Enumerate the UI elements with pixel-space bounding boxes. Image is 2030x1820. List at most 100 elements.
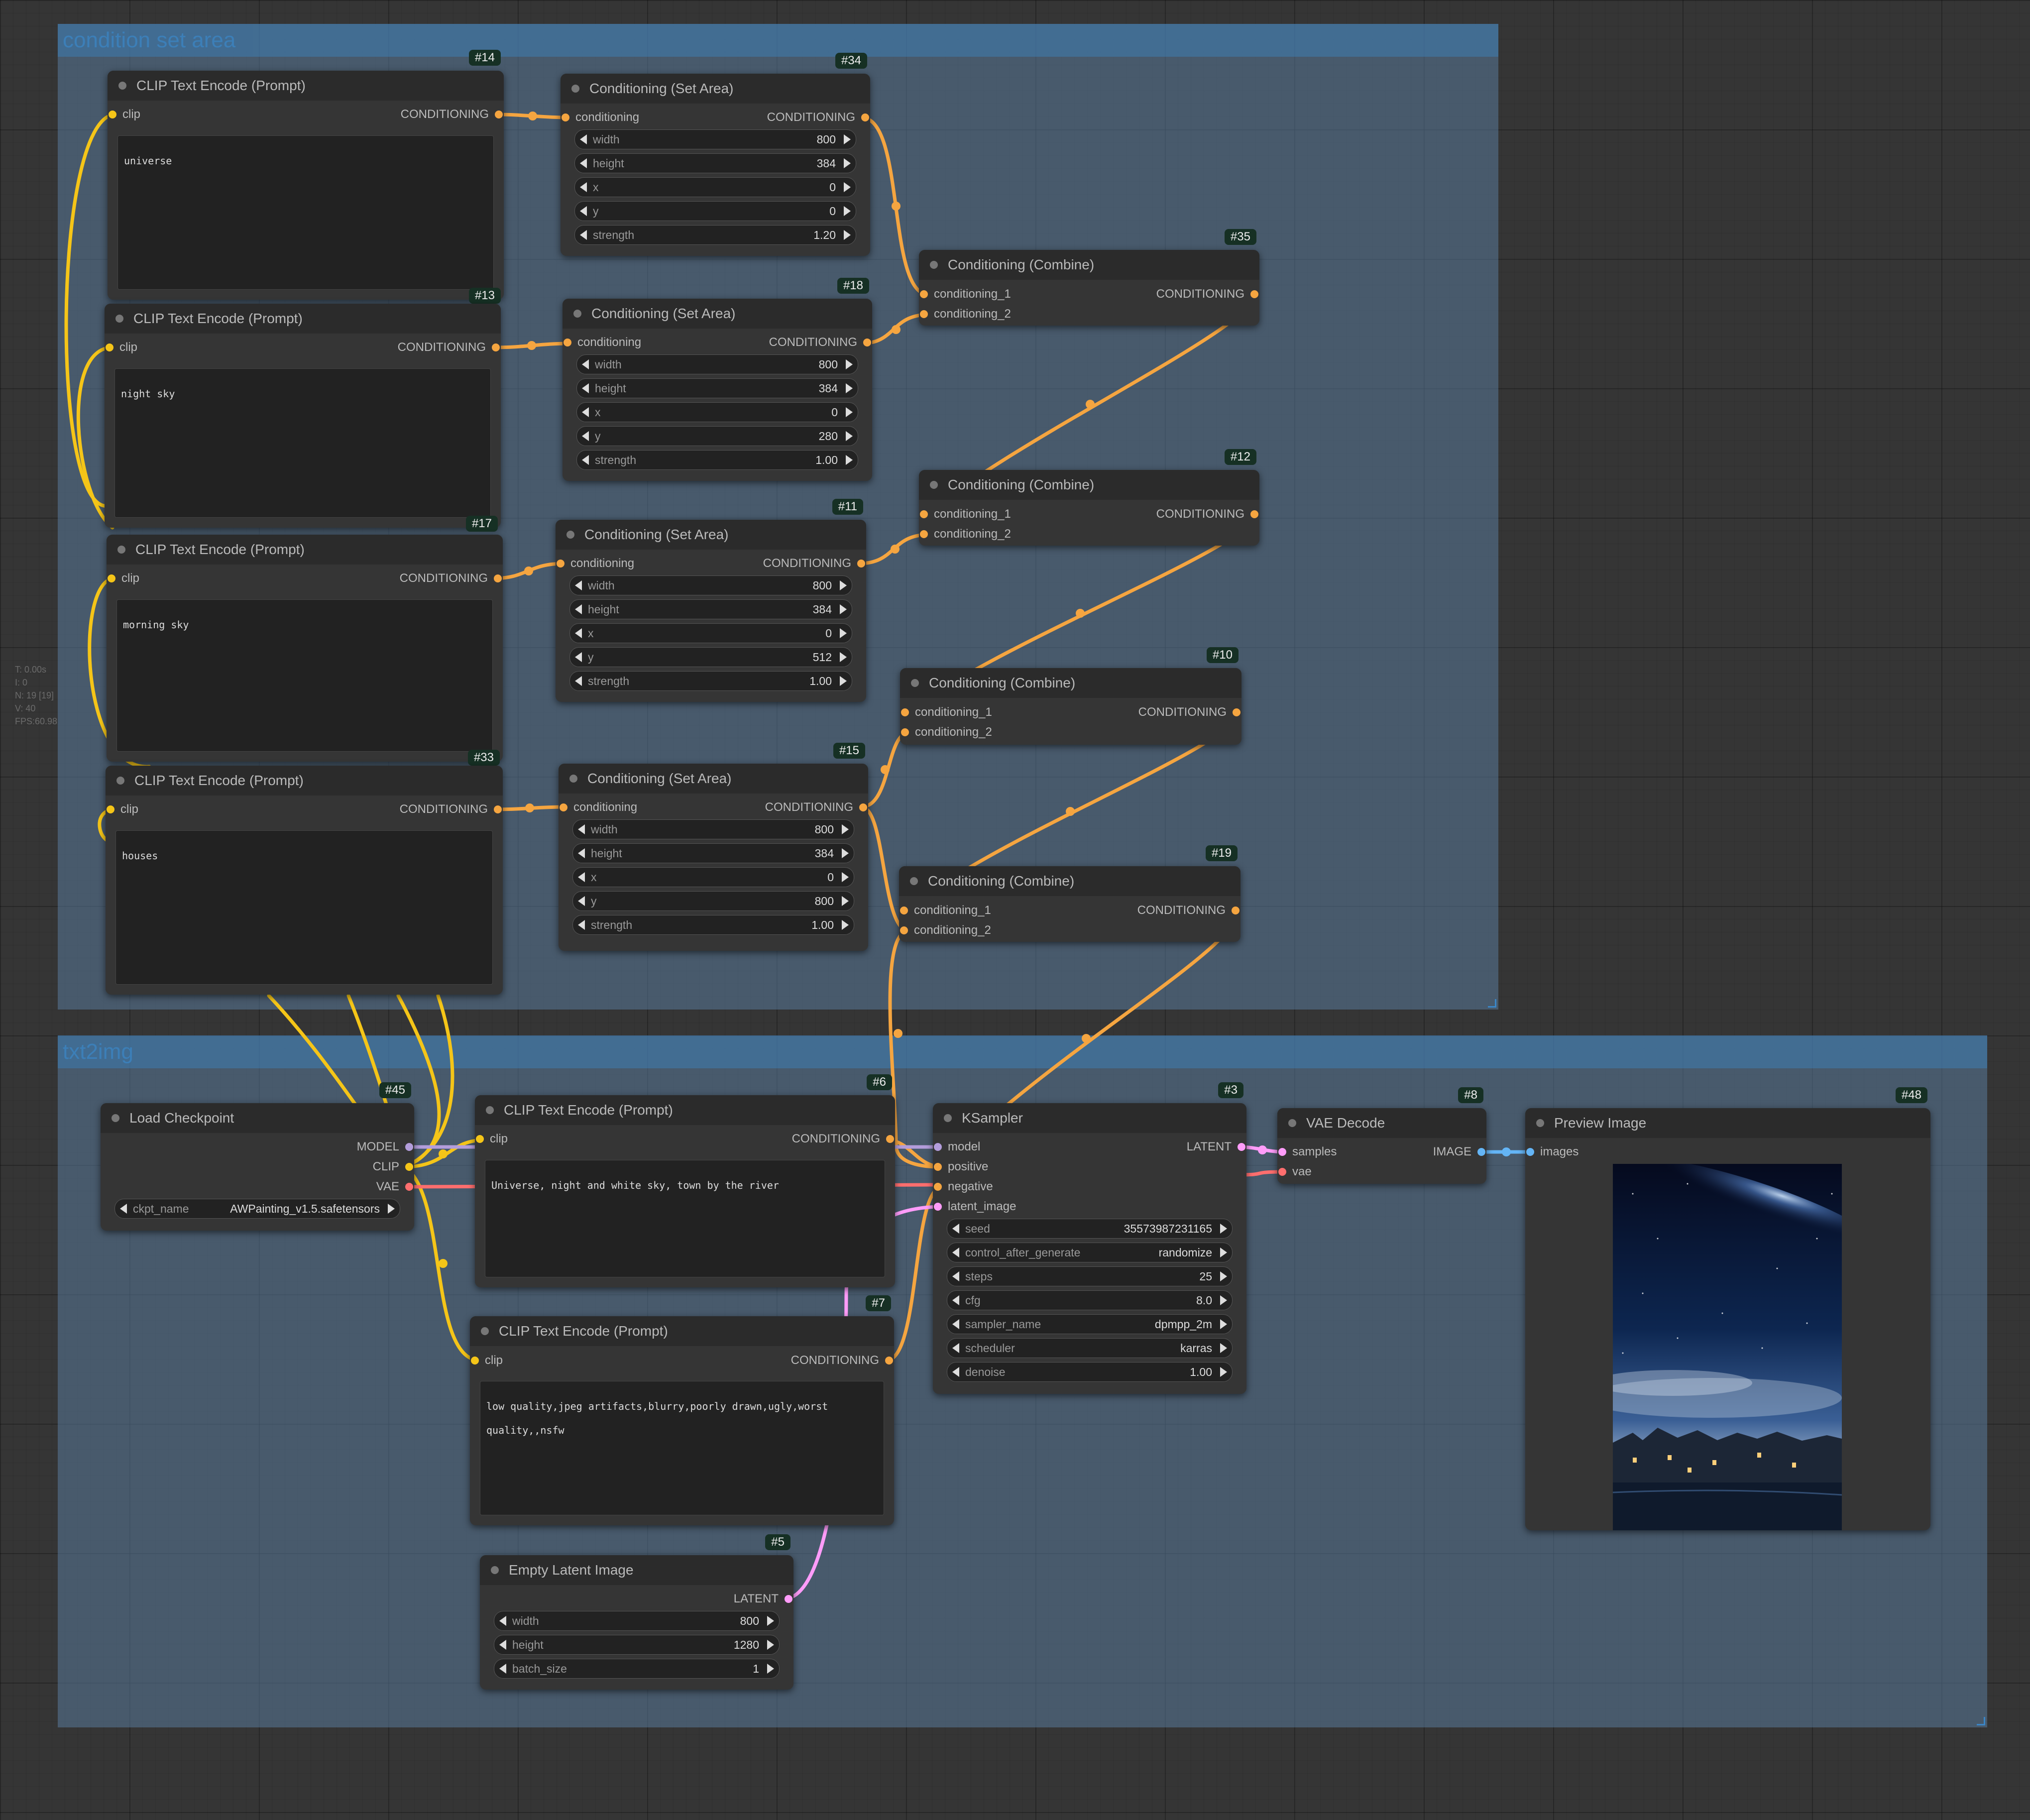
output-pin[interactable] [1477, 1148, 1485, 1156]
input-conditioning-1[interactable]: conditioning_1 [901, 705, 992, 720]
input-clip[interactable]: clip [476, 1132, 508, 1146]
input-vae[interactable]: vae [1278, 1164, 1312, 1179]
widget-value[interactable]: 384 [819, 379, 838, 398]
input-clip[interactable]: clip [471, 1353, 503, 1368]
output-pin[interactable] [1238, 1143, 1245, 1151]
increment-arrow[interactable] [844, 206, 851, 216]
widget-batch-size[interactable]: batch_size 1 [494, 1659, 780, 1679]
node-conditioning-set-area[interactable]: #34 Conditioning (Set Area) conditioning… [561, 53, 870, 256]
widget-value[interactable]: 1.00 [1190, 1363, 1212, 1381]
widget-value[interactable]: 512 [813, 648, 832, 667]
input-conditioning-1[interactable]: conditioning_1 [920, 287, 1011, 302]
output-pin[interactable] [886, 1135, 894, 1143]
prompt-textarea[interactable]: night sky [114, 368, 491, 518]
increment-arrow[interactable] [767, 1640, 774, 1650]
widget-x[interactable]: x0 [572, 867, 854, 887]
node-title[interactable]: Conditioning (Combine) [900, 668, 1241, 698]
prompt-textarea[interactable]: houses [115, 830, 493, 985]
input-conditioning-2[interactable]: conditioning_2 [900, 923, 991, 938]
node-clip-text-encode-negative[interactable]: #7 CLIP Text Encode (Prompt) clip CONDIT… [470, 1295, 894, 1525]
widget-value[interactable]: 1 [753, 1659, 759, 1678]
increment-arrow[interactable] [846, 455, 853, 465]
output-pin[interactable] [405, 1163, 413, 1171]
widget-value[interactable]: 0 [829, 202, 836, 221]
widget-seed[interactable]: seed 35573987231165 [947, 1219, 1233, 1239]
node-vae-decode[interactable]: #8 VAE Decode samples vae IMAGE [1277, 1087, 1486, 1184]
output-clip[interactable]: CLIP [373, 1159, 413, 1174]
widget-value[interactable]: 35573987231165 [1124, 1219, 1212, 1238]
input-clip[interactable]: clip [107, 802, 138, 817]
collapse-dot[interactable] [491, 1566, 499, 1574]
increment-arrow[interactable] [842, 920, 849, 930]
node-title[interactable]: CLIP Text Encode (Prompt) [475, 1095, 895, 1125]
widget-denoise[interactable]: denoise 1.00 [947, 1362, 1233, 1382]
increment-arrow[interactable] [1220, 1248, 1227, 1257]
node-title[interactable]: CLIP Text Encode (Prompt) [106, 766, 503, 796]
widget-width[interactable]: width 800 [569, 575, 852, 595]
input-pin[interactable] [1278, 1148, 1286, 1156]
node-title[interactable]: CLIP Text Encode (Prompt) [105, 304, 501, 334]
widget-value[interactable]: dpmpp_2m [1155, 1315, 1212, 1334]
output-conditioning[interactable]: CONDITIONING [400, 802, 502, 817]
output-vae[interactable]: VAE [376, 1179, 413, 1194]
widget-y[interactable]: y 800 [572, 891, 854, 911]
increment-arrow[interactable] [844, 182, 851, 192]
decrement-arrow[interactable] [952, 1271, 959, 1281]
output-pin[interactable] [785, 1595, 792, 1603]
input-conditioning[interactable]: conditioning [564, 335, 641, 350]
widget-value[interactable]: 800 [819, 355, 838, 374]
input-conditioning[interactable]: conditioning [560, 800, 637, 815]
input-latent-image[interactable]: latent_image [934, 1199, 1016, 1214]
prompt-textarea[interactable]: Universe, night and white sky, town by t… [485, 1160, 885, 1277]
widget-value[interactable]: 0 [825, 624, 832, 643]
input-conditioning-2[interactable]: conditioning_2 [920, 307, 1011, 322]
decrement-arrow[interactable] [575, 628, 582, 638]
output-pin[interactable] [1250, 290, 1258, 298]
node-ksampler[interactable]: #3 KSampler model positive negative late… [933, 1082, 1246, 1394]
decrement-arrow[interactable] [578, 872, 585, 882]
output-pin[interactable] [1250, 510, 1258, 518]
collapse-dot[interactable] [118, 82, 126, 90]
widget-value[interactable]: 1.00 [809, 672, 832, 690]
node-clip-text-encode-universe[interactable]: #14 CLIP Text Encode (Prompt) clip CONDI… [108, 50, 504, 304]
input-pin[interactable] [107, 805, 114, 813]
input-pin[interactable] [934, 1163, 942, 1171]
prompt-textarea[interactable]: low quality,jpeg artifacts,blurry,poorly… [480, 1381, 884, 1515]
input-pin[interactable] [920, 510, 928, 518]
node-clip-text-encode-night-sky[interactable]: CLIP Text Encode (Prompt) clip CONDITION… [105, 304, 501, 532]
prompt-textarea[interactable]: morning sky [116, 599, 493, 752]
input-conditioning[interactable]: conditioning [557, 556, 634, 571]
input-negative[interactable]: negative [934, 1179, 993, 1194]
decrement-arrow[interactable] [578, 824, 585, 834]
collapse-dot[interactable] [1536, 1119, 1544, 1127]
node-title[interactable]: Preview Image [1525, 1108, 1930, 1138]
node-title[interactable]: Conditioning (Set Area) [556, 520, 866, 550]
collapse-dot[interactable] [566, 531, 574, 539]
decrement-arrow[interactable] [952, 1343, 959, 1353]
decrement-arrow[interactable] [499, 1664, 506, 1674]
collapse-dot[interactable] [117, 546, 125, 554]
input-pin[interactable] [934, 1183, 942, 1191]
widget-y[interactable]: y 280 [576, 426, 858, 446]
collapse-dot[interactable] [930, 481, 938, 489]
increment-arrow[interactable] [846, 407, 853, 417]
increment-arrow[interactable] [1220, 1367, 1227, 1377]
node-title[interactable]: Conditioning (Set Area) [561, 74, 870, 104]
decrement-arrow[interactable] [952, 1319, 959, 1329]
node-title[interactable]: VAE Decode [1277, 1108, 1486, 1138]
input-clip[interactable]: clip [108, 571, 139, 586]
input-pin[interactable] [564, 339, 571, 346]
increment-arrow[interactable] [842, 872, 849, 882]
widget-value[interactable]: 384 [817, 154, 836, 173]
widget-value[interactable]: 8.0 [1196, 1291, 1212, 1310]
increment-arrow[interactable] [1220, 1343, 1227, 1353]
decrement-arrow[interactable] [580, 158, 587, 168]
widget-value[interactable]: karras [1180, 1339, 1212, 1358]
output-pin[interactable] [861, 114, 869, 121]
collapse-dot[interactable] [112, 1114, 119, 1122]
output-pin[interactable] [405, 1183, 413, 1191]
node-title[interactable]: Load Checkpoint [101, 1103, 414, 1133]
node-preview-image[interactable]: #48 Preview Image images [1525, 1087, 1930, 1530]
widget-ckpt-name[interactable]: ckpt_name AWPainting_v1.5.safetensors [114, 1199, 400, 1219]
decrement-arrow[interactable] [575, 580, 582, 590]
